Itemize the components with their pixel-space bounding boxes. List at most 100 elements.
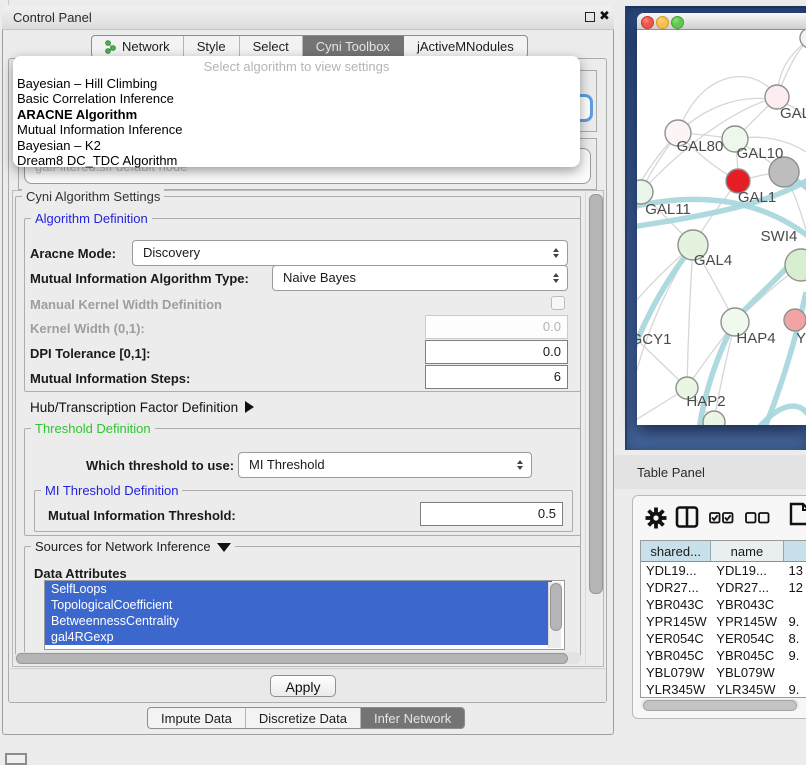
threshold-definition-title: Threshold Definition	[31, 421, 155, 436]
table-cell[interactable]: YDL19...	[711, 562, 783, 579]
tab-style[interactable]: Style	[184, 36, 240, 57]
table-row[interactable]: YLR345WYLR345W9.	[641, 681, 806, 698]
table-cell[interactable]: YBL079W	[641, 664, 711, 681]
close-icon[interactable]: ✖	[599, 8, 610, 24]
select-all-icon[interactable]	[708, 505, 734, 531]
hub-definition-label: Hub/Transcription Factor Definition	[30, 400, 238, 415]
node-label-hap4: HAP4	[736, 330, 775, 347]
tab-select[interactable]: Select	[240, 36, 303, 57]
control-panel-title: Control Panel	[13, 10, 92, 25]
table-cell[interactable]: 9.	[784, 613, 806, 630]
table-cell[interactable]: 13	[784, 562, 806, 579]
cyni-tab-impute-data[interactable]: Impute Data	[148, 708, 246, 728]
table-row[interactable]: YBR045CYBR045C9.	[641, 647, 806, 664]
attribute-item-topologicalcoefficient[interactable]: TopologicalCoefficient	[45, 597, 552, 613]
settings-vscrollbar-thumb[interactable]	[589, 194, 603, 594]
table-row[interactable]: YDR27...YDR27...12	[641, 579, 806, 596]
table-row[interactable]: YER054CYER054C8.	[641, 630, 806, 647]
sources-group-title[interactable]: Sources for Network Inference	[31, 539, 235, 554]
table-row[interactable]: YDL19...YDL19...13	[641, 562, 806, 579]
table-cell[interactable]: 9.	[784, 681, 806, 698]
gear-icon[interactable]	[643, 505, 669, 531]
apply-button[interactable]: Apply	[270, 675, 336, 697]
column-header-name[interactable]: name	[711, 541, 783, 562]
settings-hscrollbar-track[interactable]	[14, 652, 581, 664]
minimize-button[interactable]	[656, 16, 669, 29]
dpi-tolerance-input[interactable]: 0.0	[425, 340, 568, 364]
node-label-y: Y	[796, 330, 806, 347]
collapsed-panel-handle[interactable]	[5, 753, 27, 765]
table-cell[interactable]: YBL079W	[711, 664, 783, 681]
spinner-arrows-icon	[553, 273, 559, 283]
attribute-item-gal4rgexp[interactable]: gal4RGexp	[45, 629, 552, 645]
table-cell[interactable]	[784, 664, 806, 681]
table-row[interactable]: YPR145WYPR145W9.	[641, 613, 806, 630]
node-label-gal80: GAL80	[677, 138, 724, 155]
column-header-extra[interactable]	[784, 541, 806, 562]
tab-network[interactable]: Network	[92, 36, 184, 57]
tab-label: jActiveMNodules	[417, 39, 514, 54]
settings-hscrollbar-thumb[interactable]	[16, 653, 568, 664]
table-cell[interactable]: YER054C	[711, 630, 783, 647]
table-cell[interactable]: YBR045C	[641, 647, 711, 664]
table-cell[interactable]: YER054C	[641, 630, 711, 647]
table-cell[interactable]: YPR145W	[711, 613, 783, 630]
attributes-scrollbar-thumb[interactable]	[550, 583, 562, 631]
table-hscrollbar-track[interactable]	[641, 699, 799, 710]
tab-label: Network	[122, 39, 170, 54]
algorithm-option-bayesian-hill-climbing[interactable]: Bayesian – Hill Climbing	[13, 76, 580, 91]
tab-cyni-toolbox[interactable]: Cyni Toolbox	[303, 36, 404, 57]
attribute-item-betweennesscentrality[interactable]: BetweennessCentrality	[45, 613, 552, 629]
algorithm-option-bayesian-k2[interactable]: Bayesian – K2	[13, 138, 580, 153]
table-rows: YDL19...YDL19...13YDR27...YDR27...12YBR0…	[641, 562, 806, 698]
which-threshold-select[interactable]: MI Threshold	[238, 452, 532, 478]
cyni-tab-infer-network[interactable]: Infer Network	[361, 708, 464, 728]
mi-threshold-input[interactable]: 0.5	[420, 502, 563, 526]
table-cell[interactable]: YDL19...	[641, 562, 711, 579]
algorithm-option-mutual-information-inference[interactable]: Mutual Information Inference	[13, 122, 580, 137]
table-row[interactable]: YBR043CYBR043C	[641, 596, 806, 613]
table-cell[interactable]: YDR27...	[641, 579, 711, 596]
table-cell[interactable]: YPR145W	[641, 613, 711, 630]
table-cell[interactable]: 9.	[784, 647, 806, 664]
mi-type-select[interactable]: Naive Bayes	[272, 265, 568, 291]
aracne-mode-select[interactable]: Discovery	[132, 240, 568, 266]
table-cell[interactable]: YLR345W	[711, 681, 783, 698]
table-cell[interactable]: 8.	[784, 630, 806, 647]
network-window-titlebar[interactable]	[637, 13, 806, 30]
new-column-icon[interactable]	[787, 501, 806, 527]
table-cell[interactable]: YBR043C	[641, 596, 711, 613]
algorithm-dropdown-items: Bayesian – Hill ClimbingBasic Correlatio…	[13, 76, 580, 168]
mi-type-value: Naive Bayes	[283, 270, 356, 285]
hub-definition-toggle[interactable]: Hub/Transcription Factor Definition	[30, 400, 254, 415]
network-node-swi4[interactable]	[785, 249, 806, 281]
table-cell[interactable]: YDR27...	[711, 579, 783, 596]
table-hscrollbar-thumb[interactable]	[643, 700, 797, 711]
zoom-button[interactable]	[671, 16, 684, 29]
table-cell[interactable]: YLR345W	[641, 681, 711, 698]
cyni-tab-discretize-data[interactable]: Discretize Data	[246, 708, 361, 728]
data-attributes-list[interactable]: SelfLoopsTopologicalCoefficientBetweenne…	[44, 580, 565, 650]
float-window-icon[interactable]	[585, 12, 595, 22]
table-cell[interactable]	[784, 596, 806, 613]
table-cell[interactable]: 12	[784, 579, 806, 596]
network-canvas[interactable]: GALGAL80GAL10GAL1GAL11GAL4SWI4GCY1HAP4YH…	[637, 30, 806, 425]
attribute-item-selfloops[interactable]: SelfLoops	[45, 581, 552, 597]
algorithm-option-dream8-dc-tdc-algorithm[interactable]: Dream8 DC_TDC Algorithm	[13, 153, 580, 168]
tab-jactivemnodules[interactable]: jActiveMNodules	[404, 36, 527, 57]
table-cell[interactable]: YBR045C	[711, 647, 783, 664]
deselect-all-icon[interactable]	[744, 505, 770, 531]
settings-vscrollbar-track[interactable]	[585, 192, 603, 665]
manual-kernel-checkbox[interactable]	[551, 296, 565, 310]
network-node-y[interactable]	[784, 309, 806, 331]
attributes-scrollbar-track[interactable]	[548, 582, 561, 648]
mi-steps-input[interactable]: 6	[425, 365, 568, 389]
table-row[interactable]: YBL079WYBL079W	[641, 664, 806, 681]
algorithm-option-basic-correlation-inference[interactable]: Basic Correlation Inference	[13, 91, 580, 106]
close-button[interactable]	[641, 16, 654, 29]
column-header-shared[interactable]: shared...	[641, 541, 711, 562]
split-view-icon[interactable]	[674, 504, 700, 530]
algorithm-option-aracne-algorithm[interactable]: ARACNE Algorithm	[13, 107, 580, 122]
table-cell[interactable]: YBR043C	[711, 596, 783, 613]
kernel-width-input[interactable]: 0.0	[425, 315, 568, 339]
